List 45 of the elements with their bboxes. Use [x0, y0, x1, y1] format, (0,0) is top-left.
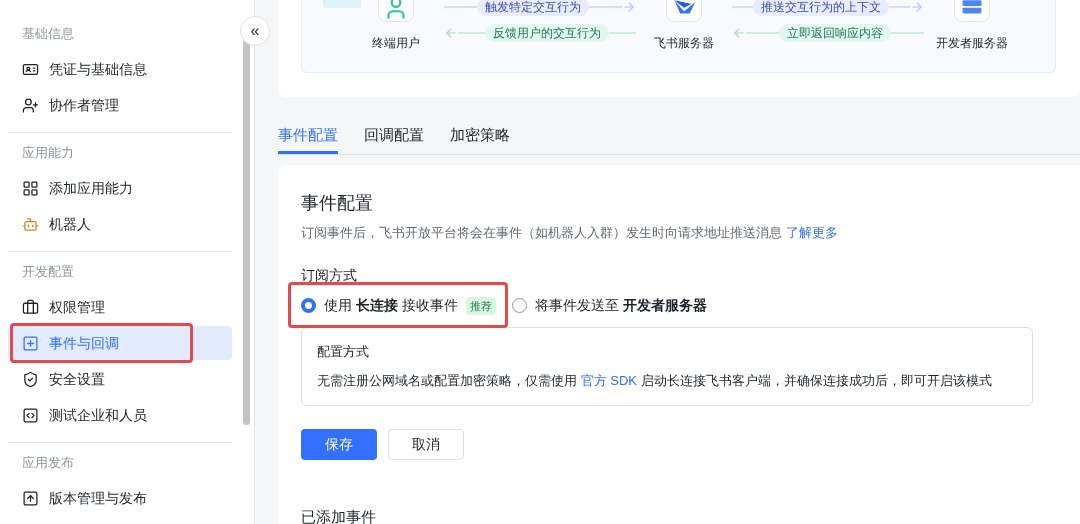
sidebar-item[interactable]: 安全设置: [8, 362, 232, 396]
sdk-link[interactable]: 官方 SDK: [580, 373, 637, 388]
plus-square-icon: [22, 334, 39, 352]
node-label: 开发者服务器: [936, 35, 1008, 52]
tab[interactable]: 加密策略: [450, 119, 510, 154]
node-label: 终端用户: [372, 35, 420, 52]
radio-option[interactable]: 将事件发送至 开发者服务器: [511, 293, 707, 318]
sidebar-item[interactable]: 协作者管理: [8, 88, 232, 122]
sidebar-item[interactable]: 添加应用能力: [8, 171, 232, 205]
sidebar-item[interactable]: 测试企业和人员: [8, 398, 232, 432]
panel-description: 订阅事件后，飞书开放平台将会在事件（如机器人入群）发生时向请求地址推送消息 了解更多: [301, 224, 839, 242]
option-label: 使用 长连接 接收事件: [324, 296, 458, 315]
section-title: 基础信息: [21, 25, 75, 43]
radio-button[interactable]: [301, 298, 316, 313]
recommend-tag: 推荐: [465, 296, 496, 315]
section-title: 已添加事件: [301, 506, 377, 524]
scrollbar[interactable]: [243, 40, 250, 425]
tab[interactable]: 回调配置: [364, 119, 424, 154]
sidebar-item[interactable]: 机器人: [8, 207, 232, 241]
section-title: 开发配置: [21, 263, 75, 281]
sidebar-item[interactable]: 凭证与基础信息: [8, 52, 232, 86]
save-button[interactable]: 保存: [301, 428, 377, 460]
option-label: 将事件发送至 开发者服务器: [534, 296, 707, 315]
robot-icon: [22, 215, 39, 233]
learn-more-link[interactable]: 了解更多: [785, 225, 838, 240]
node-label: 飞书服务器: [654, 35, 714, 52]
tab[interactable]: 事件配置: [278, 119, 338, 154]
user-plus-icon: [22, 96, 39, 114]
panel-title: 事件配置: [301, 192, 374, 215]
sidebar-item[interactable]: 事件与回调: [8, 326, 232, 360]
config-title: 配置方式: [317, 342, 370, 361]
radio-option[interactable]: 使用 长连接 接收事件 推荐: [301, 293, 496, 318]
upload-icon: [22, 489, 39, 507]
subscription-label: 订阅方式: [301, 265, 358, 285]
grid-icon: [22, 179, 39, 197]
sidebar-item[interactable]: 版本管理与发布: [8, 481, 232, 515]
collapse-button[interactable]: «: [240, 16, 270, 46]
config-text: 无需注册公网域名或配置加密策略，仅需使用 官方 SDK 启动长连接飞书客户端，并确保连接成功后，即可开启该模式: [317, 372, 993, 390]
cancel-button[interactable]: 取消: [388, 428, 464, 460]
briefcase-icon: [22, 298, 39, 316]
section-title: 应用能力: [21, 144, 75, 162]
sidebar-item[interactable]: 权限管理: [8, 290, 232, 324]
shield-icon: [22, 370, 39, 388]
section-title: 应用发布: [21, 454, 75, 472]
code-icon: [22, 406, 39, 424]
